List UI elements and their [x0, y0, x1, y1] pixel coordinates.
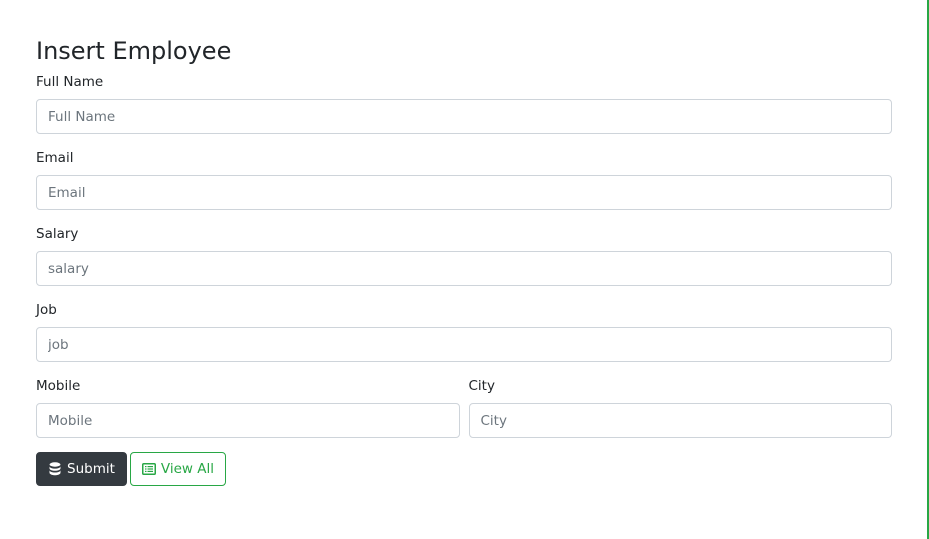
- full-name-group: Full Name: [36, 73, 892, 134]
- insert-employee-form: Insert Employee Full Name Email Salary J…: [36, 34, 892, 486]
- submit-button[interactable]: Submit: [36, 452, 127, 486]
- city-label: City: [468, 378, 495, 394]
- email-input[interactable]: [36, 175, 892, 210]
- salary-label: Salary: [36, 226, 79, 242]
- salary-input[interactable]: [36, 251, 892, 286]
- full-name-input[interactable]: [36, 99, 892, 134]
- full-name-label: Full Name: [36, 74, 104, 90]
- view-all-button-label: View All: [160, 461, 214, 477]
- database-icon: [48, 462, 62, 476]
- email-group: Email: [36, 149, 892, 210]
- page-title: Insert Employee: [36, 37, 232, 65]
- page: Insert Employee Full Name Email Salary J…: [0, 0, 929, 539]
- view-all-button[interactable]: View All: [129, 452, 226, 486]
- list-alt-icon: [141, 462, 156, 476]
- mobile-group: Mobile: [36, 377, 460, 438]
- salary-group: Salary: [36, 225, 892, 286]
- mobile-city-row: Mobile City: [36, 377, 892, 438]
- mobile-label: Mobile: [36, 378, 81, 394]
- city-input[interactable]: [468, 403, 892, 438]
- button-bar: Submit View All: [36, 452, 892, 486]
- submit-button-label: Submit: [67, 461, 115, 477]
- job-label: Job: [36, 302, 57, 318]
- email-label: Email: [36, 150, 74, 166]
- job-input[interactable]: [36, 327, 892, 362]
- job-group: Job: [36, 301, 892, 362]
- mobile-input[interactable]: [36, 403, 460, 438]
- city-group: City: [468, 377, 892, 438]
